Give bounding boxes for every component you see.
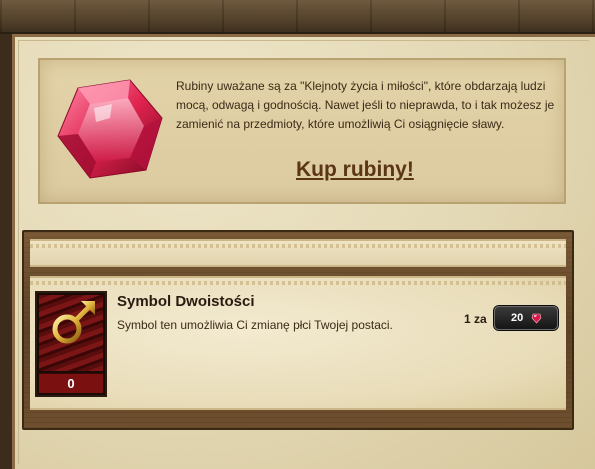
buy-item-button[interactable]: 20 xyxy=(494,306,558,330)
item-description: Symbol ten umożliwia Ci zmianę płci Twoj… xyxy=(117,318,393,332)
ruby-icon xyxy=(531,313,542,324)
item-count: 0 xyxy=(39,373,103,393)
item-thumbnail-art xyxy=(39,295,103,371)
item-title: Symbol Dwoistości xyxy=(117,293,255,310)
item-thumbnail[interactable]: 0 xyxy=(35,291,107,397)
shop-item-panel xyxy=(30,276,566,410)
frame-banner xyxy=(30,239,566,267)
buy-rubies-link[interactable]: Kup rubiny! xyxy=(296,158,414,182)
price-label: 1 za xyxy=(464,312,487,326)
gender-symbol-icon xyxy=(52,301,95,361)
price-value: 20 xyxy=(511,312,524,324)
stone-header xyxy=(0,0,595,34)
ruby-gem-icon xyxy=(57,79,163,179)
ruby-description: Rubiny uważane są za "Klejnoty życia i m… xyxy=(176,79,555,131)
